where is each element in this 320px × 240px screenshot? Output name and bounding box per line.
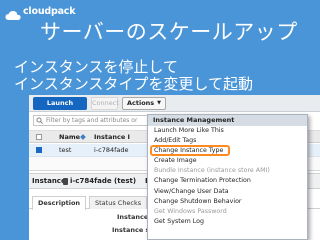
actions-dropdown-menu: Instance Management Launch More Like Thi…: [147, 114, 308, 240]
row-name: test: [59, 146, 72, 154]
search-icon: [36, 117, 43, 124]
sort-icon: [80, 134, 86, 140]
menu-item-bundle-instance: Bundle Instance (instance store AMI): [154, 167, 270, 175]
menu-item-shutdown-behavior[interactable]: Change Shutdown Behavior: [148, 197, 307, 207]
instance-value: i-c784fade (test)P: [70, 174, 150, 189]
console-toolbar: Launch Instance Connect Actions ▼: [29, 95, 320, 120]
cloud-icon: [5, 6, 21, 20]
launch-instance-button[interactable]: Launch Instance: [33, 97, 87, 120]
menu-item-termination-protection[interactable]: Change Termination Protection: [148, 176, 307, 186]
actions-button[interactable]: Actions ▼: [122, 97, 166, 110]
slide-subtitle-line2: インスタンスタイプを変更して起動: [14, 75, 253, 93]
instance-icon: [63, 178, 68, 185]
slide-title: サーバーのスケールアップ: [40, 20, 298, 44]
menu-item-system-log[interactable]: Get System Log: [148, 217, 307, 227]
brand-name: cloudpack: [23, 5, 76, 17]
connect-button[interactable]: Connect: [91, 97, 119, 110]
column-name-header[interactable]: Name: [59, 131, 80, 143]
menu-item-user-data[interactable]: View/Change User Data: [148, 187, 307, 197]
menu-item-windows-password: Get Windows Password: [154, 207, 227, 215]
row-checkbox[interactable]: [36, 147, 42, 153]
row-instance-id: i-c784fade: [94, 146, 129, 154]
tab-status-checks[interactable]: Status Checks: [89, 196, 148, 209]
highlight-ring: [150, 145, 230, 157]
filter-input[interactable]: Filter by tags and attributes or: [33, 115, 161, 126]
menu-item-launch-more[interactable]: Launch More Like This: [148, 126, 307, 136]
actions-label: Actions: [127, 99, 155, 107]
caret-down-icon: ▼: [157, 100, 161, 106]
column-instance-header[interactable]: Instance I: [94, 131, 130, 143]
instance-value-text: i-c784fade (test): [70, 177, 137, 185]
select-all-checkbox[interactable]: [36, 134, 42, 140]
slide-subtitle-line1: インスタンスを停止して: [14, 58, 178, 76]
menu-item-change-instance-type[interactable]: Change Instance Type: [148, 145, 307, 157]
tab-description[interactable]: Description: [32, 196, 87, 210]
menu-item-create-image[interactable]: Create Image: [148, 156, 307, 166]
filter-placeholder: Filter by tags and attributes or: [46, 117, 138, 124]
menu-section-header: Instance Management: [148, 115, 307, 126]
